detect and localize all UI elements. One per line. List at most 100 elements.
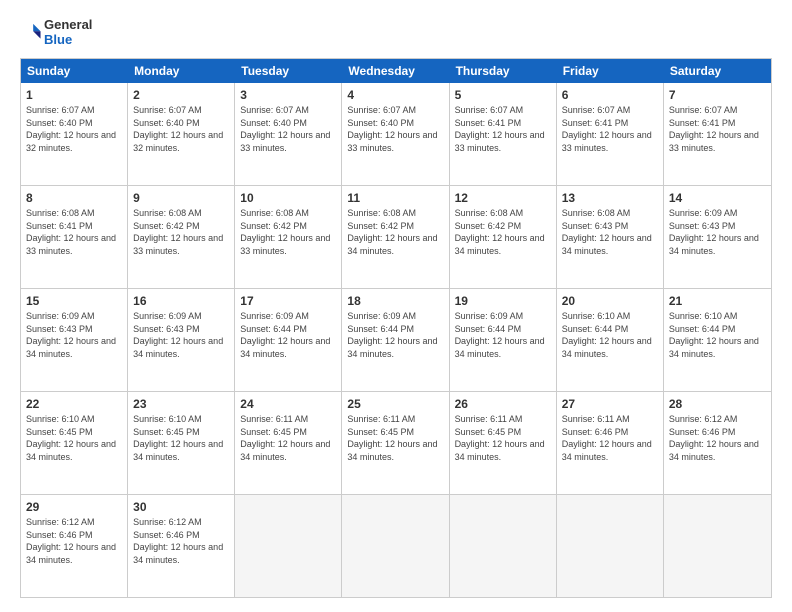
day-info: Sunrise: 6:10 AMSunset: 6:45 PMDaylight:… xyxy=(26,413,122,463)
calendar-cell: 15Sunrise: 6:09 AMSunset: 6:43 PMDayligh… xyxy=(21,289,128,391)
calendar-cell: 18Sunrise: 6:09 AMSunset: 6:44 PMDayligh… xyxy=(342,289,449,391)
day-number: 23 xyxy=(133,396,229,412)
day-info: Sunrise: 6:07 AMSunset: 6:40 PMDaylight:… xyxy=(347,104,443,154)
day-number: 20 xyxy=(562,293,658,309)
day-number: 8 xyxy=(26,190,122,206)
calendar-cell: 19Sunrise: 6:09 AMSunset: 6:44 PMDayligh… xyxy=(450,289,557,391)
calendar-cell: 17Sunrise: 6:09 AMSunset: 6:44 PMDayligh… xyxy=(235,289,342,391)
logo: General Blue xyxy=(20,18,92,48)
day-number: 24 xyxy=(240,396,336,412)
day-info: Sunrise: 6:10 AMSunset: 6:45 PMDaylight:… xyxy=(133,413,229,463)
calendar-header: SundayMondayTuesdayWednesdayThursdayFrid… xyxy=(21,59,771,83)
calendar-cell: 2Sunrise: 6:07 AMSunset: 6:40 PMDaylight… xyxy=(128,83,235,185)
day-number: 3 xyxy=(240,87,336,103)
day-info: Sunrise: 6:10 AMSunset: 6:44 PMDaylight:… xyxy=(669,310,766,360)
calendar-header-cell: Tuesday xyxy=(235,59,342,83)
calendar-header-cell: Saturday xyxy=(664,59,771,83)
day-info: Sunrise: 6:07 AMSunset: 6:41 PMDaylight:… xyxy=(455,104,551,154)
calendar-cell: 14Sunrise: 6:09 AMSunset: 6:43 PMDayligh… xyxy=(664,186,771,288)
calendar-cell: 21Sunrise: 6:10 AMSunset: 6:44 PMDayligh… xyxy=(664,289,771,391)
calendar-row: 15Sunrise: 6:09 AMSunset: 6:43 PMDayligh… xyxy=(21,289,771,392)
day-number: 28 xyxy=(669,396,766,412)
calendar: SundayMondayTuesdayWednesdayThursdayFrid… xyxy=(20,58,772,598)
day-number: 7 xyxy=(669,87,766,103)
calendar-cell: 23Sunrise: 6:10 AMSunset: 6:45 PMDayligh… xyxy=(128,392,235,494)
logo-blue: Blue xyxy=(44,32,72,47)
day-number: 21 xyxy=(669,293,766,309)
day-number: 16 xyxy=(133,293,229,309)
day-number: 11 xyxy=(347,190,443,206)
day-number: 29 xyxy=(26,499,122,515)
day-number: 25 xyxy=(347,396,443,412)
calendar-cell: 10Sunrise: 6:08 AMSunset: 6:42 PMDayligh… xyxy=(235,186,342,288)
day-info: Sunrise: 6:11 AMSunset: 6:45 PMDaylight:… xyxy=(240,413,336,463)
calendar-cell: 8Sunrise: 6:08 AMSunset: 6:41 PMDaylight… xyxy=(21,186,128,288)
calendar-cell: 30Sunrise: 6:12 AMSunset: 6:46 PMDayligh… xyxy=(128,495,235,597)
calendar-cell: 22Sunrise: 6:10 AMSunset: 6:45 PMDayligh… xyxy=(21,392,128,494)
day-number: 4 xyxy=(347,87,443,103)
day-number: 30 xyxy=(133,499,229,515)
day-number: 10 xyxy=(240,190,336,206)
day-info: Sunrise: 6:11 AMSunset: 6:46 PMDaylight:… xyxy=(562,413,658,463)
day-number: 26 xyxy=(455,396,551,412)
day-number: 22 xyxy=(26,396,122,412)
day-info: Sunrise: 6:12 AMSunset: 6:46 PMDaylight:… xyxy=(669,413,766,463)
logo-text: General Blue xyxy=(44,18,92,48)
day-info: Sunrise: 6:07 AMSunset: 6:41 PMDaylight:… xyxy=(669,104,766,154)
calendar-header-cell: Monday xyxy=(128,59,235,83)
calendar-cell: 5Sunrise: 6:07 AMSunset: 6:41 PMDaylight… xyxy=(450,83,557,185)
calendar-cell xyxy=(450,495,557,597)
calendar-cell: 16Sunrise: 6:09 AMSunset: 6:43 PMDayligh… xyxy=(128,289,235,391)
calendar-cell: 20Sunrise: 6:10 AMSunset: 6:44 PMDayligh… xyxy=(557,289,664,391)
calendar-cell: 11Sunrise: 6:08 AMSunset: 6:42 PMDayligh… xyxy=(342,186,449,288)
day-info: Sunrise: 6:12 AMSunset: 6:46 PMDaylight:… xyxy=(133,516,229,566)
day-number: 9 xyxy=(133,190,229,206)
calendar-cell xyxy=(664,495,771,597)
calendar-cell: 27Sunrise: 6:11 AMSunset: 6:46 PMDayligh… xyxy=(557,392,664,494)
calendar-cell: 26Sunrise: 6:11 AMSunset: 6:45 PMDayligh… xyxy=(450,392,557,494)
calendar-cell: 12Sunrise: 6:08 AMSunset: 6:42 PMDayligh… xyxy=(450,186,557,288)
header: General Blue xyxy=(20,18,772,48)
day-info: Sunrise: 6:08 AMSunset: 6:43 PMDaylight:… xyxy=(562,207,658,257)
day-info: Sunrise: 6:08 AMSunset: 6:42 PMDaylight:… xyxy=(347,207,443,257)
calendar-cell: 1Sunrise: 6:07 AMSunset: 6:40 PMDaylight… xyxy=(21,83,128,185)
day-info: Sunrise: 6:07 AMSunset: 6:40 PMDaylight:… xyxy=(240,104,336,154)
calendar-cell: 9Sunrise: 6:08 AMSunset: 6:42 PMDaylight… xyxy=(128,186,235,288)
calendar-cell: 13Sunrise: 6:08 AMSunset: 6:43 PMDayligh… xyxy=(557,186,664,288)
calendar-body: 1Sunrise: 6:07 AMSunset: 6:40 PMDaylight… xyxy=(21,83,771,597)
day-info: Sunrise: 6:11 AMSunset: 6:45 PMDaylight:… xyxy=(455,413,551,463)
day-number: 13 xyxy=(562,190,658,206)
day-number: 1 xyxy=(26,87,122,103)
logo-general: General xyxy=(44,17,92,32)
day-info: Sunrise: 6:10 AMSunset: 6:44 PMDaylight:… xyxy=(562,310,658,360)
day-info: Sunrise: 6:07 AMSunset: 6:41 PMDaylight:… xyxy=(562,104,658,154)
day-number: 15 xyxy=(26,293,122,309)
day-info: Sunrise: 6:12 AMSunset: 6:46 PMDaylight:… xyxy=(26,516,122,566)
calendar-header-cell: Friday xyxy=(557,59,664,83)
calendar-cell: 3Sunrise: 6:07 AMSunset: 6:40 PMDaylight… xyxy=(235,83,342,185)
day-info: Sunrise: 6:07 AMSunset: 6:40 PMDaylight:… xyxy=(133,104,229,154)
day-info: Sunrise: 6:08 AMSunset: 6:42 PMDaylight:… xyxy=(133,207,229,257)
day-info: Sunrise: 6:09 AMSunset: 6:43 PMDaylight:… xyxy=(669,207,766,257)
calendar-row: 29Sunrise: 6:12 AMSunset: 6:46 PMDayligh… xyxy=(21,495,771,597)
calendar-cell: 6Sunrise: 6:07 AMSunset: 6:41 PMDaylight… xyxy=(557,83,664,185)
calendar-row: 22Sunrise: 6:10 AMSunset: 6:45 PMDayligh… xyxy=(21,392,771,495)
calendar-cell xyxy=(557,495,664,597)
page: General Blue SundayMondayTuesdayWednesda… xyxy=(0,0,792,612)
day-info: Sunrise: 6:09 AMSunset: 6:44 PMDaylight:… xyxy=(240,310,336,360)
day-info: Sunrise: 6:07 AMSunset: 6:40 PMDaylight:… xyxy=(26,104,122,154)
day-info: Sunrise: 6:09 AMSunset: 6:44 PMDaylight:… xyxy=(347,310,443,360)
day-number: 14 xyxy=(669,190,766,206)
day-info: Sunrise: 6:11 AMSunset: 6:45 PMDaylight:… xyxy=(347,413,443,463)
day-number: 27 xyxy=(562,396,658,412)
day-info: Sunrise: 6:08 AMSunset: 6:42 PMDaylight:… xyxy=(455,207,551,257)
calendar-header-cell: Wednesday xyxy=(342,59,449,83)
calendar-cell: 28Sunrise: 6:12 AMSunset: 6:46 PMDayligh… xyxy=(664,392,771,494)
day-number: 2 xyxy=(133,87,229,103)
day-info: Sunrise: 6:08 AMSunset: 6:42 PMDaylight:… xyxy=(240,207,336,257)
day-number: 17 xyxy=(240,293,336,309)
calendar-cell: 4Sunrise: 6:07 AMSunset: 6:40 PMDaylight… xyxy=(342,83,449,185)
day-info: Sunrise: 6:09 AMSunset: 6:43 PMDaylight:… xyxy=(26,310,122,360)
day-number: 6 xyxy=(562,87,658,103)
day-info: Sunrise: 6:09 AMSunset: 6:43 PMDaylight:… xyxy=(133,310,229,360)
